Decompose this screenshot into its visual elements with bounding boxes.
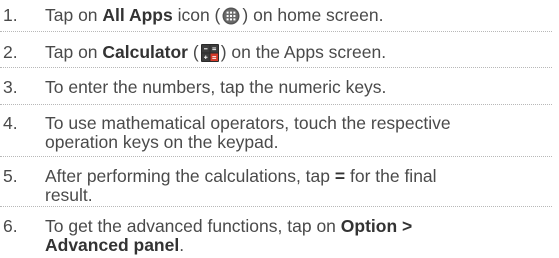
divider [0,156,552,157]
step-text: Tap on All Apps icon ( ) on home screen. [45,5,384,25]
step-number: 1. [3,5,18,25]
instruction-list: 1. Tap on All Apps icon ( ) on home scre… [0,0,559,258]
step-text: To enter the numbers, tap the numeric ke… [45,77,387,97]
step-number: 6. [3,216,18,236]
divider [0,104,552,105]
step-number: 3. [3,77,18,97]
all-apps-label: All Apps [102,5,173,25]
option-menu-label: Option > [340,216,413,236]
step-number: 4. [3,113,18,133]
calculator-label: Calculator [102,42,188,62]
divider [0,31,552,32]
advanced-panel-label: Advanced panel [45,235,180,255]
step-text: To get the advanced functions, tap on Op… [45,216,413,255]
all-apps-icon [222,7,240,25]
calculator-icon [200,44,219,62]
step-text: Tap on Calculator ( ) on the Apps screen… [45,42,387,62]
divider [0,67,552,68]
step-text: To use mathematical operators, touch the… [45,113,451,152]
step-number: 5. [3,166,18,186]
step-text: After performing the calculations, tap =… [45,166,437,205]
step-number: 2. [3,42,18,62]
divider [0,206,552,207]
equals-key-label: = [334,166,346,186]
